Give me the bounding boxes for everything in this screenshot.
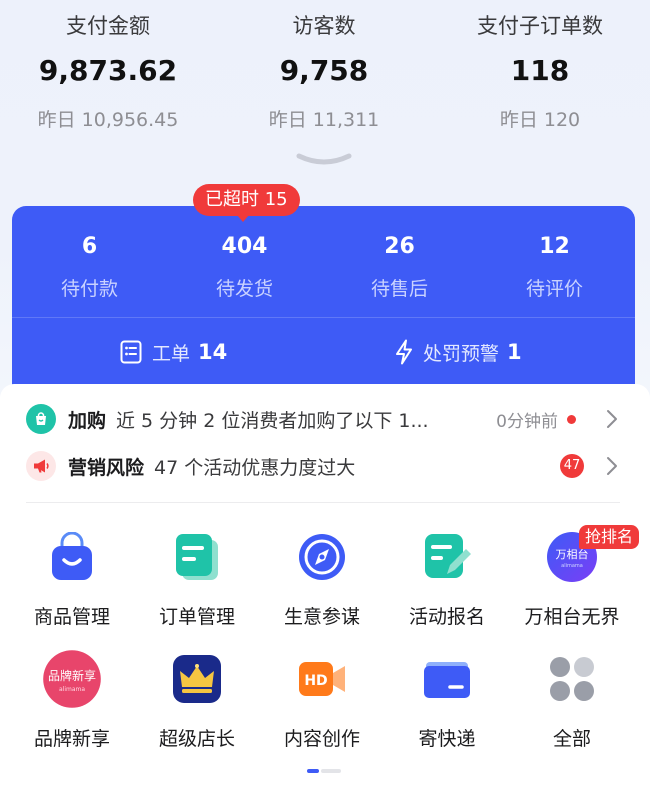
ticket-link[interactable]: 工单 14 (120, 337, 227, 367)
notice-time: 0分钟前 (496, 411, 558, 432)
ticket-count: 14 (198, 340, 228, 364)
stat-value: 118 (510, 54, 570, 87)
svg-text:HD: HD (304, 673, 327, 689)
shopping-bag-icon (52, 532, 92, 580)
ticket-label: 工单 (152, 342, 191, 365)
brand-logo: 品牌新享 alimama (43, 650, 101, 708)
notice-title: 营销风险 (68, 456, 145, 479)
rank-badge: 抢排名 (579, 525, 640, 549)
tool-label: 全部 (552, 728, 591, 750)
express-box-icon (424, 662, 470, 698)
notice-text: 47 个活动优惠力度过大 (154, 456, 356, 479)
order-status-card: 6 待付款 404 待发货 26 待售后 12 待评价 工单 14 处罚预警 1 (12, 206, 635, 396)
bag-icon (26, 404, 56, 434)
order-count: 6 (81, 234, 98, 259)
stat-yesterday: 昨日 11,311 (268, 109, 380, 131)
chevron-right-icon (607, 410, 617, 428)
tool-label: 活动报名 (408, 606, 485, 628)
page-dot (321, 769, 341, 773)
svg-text:品牌新享: 品牌新享 (48, 668, 96, 683)
unread-dot (567, 414, 576, 424)
chevron-right-icon (607, 457, 617, 475)
notice-add-to-cart[interactable]: 加购 近 5 分钟 2 位消费者加购了以下 1... 0分钟前 (26, 402, 626, 436)
order-label: 待付款 (60, 278, 118, 300)
order-label: 待售后 (370, 278, 428, 300)
stat-label: 支付子订单数 (477, 14, 603, 38)
svg-text:alimama: alimama (561, 563, 583, 569)
order-count: 404 (221, 234, 268, 259)
all-dots-icon (550, 657, 594, 701)
order-label: 待发货 (215, 278, 273, 300)
section-divider (26, 502, 620, 503)
tool-label: 寄快递 (418, 728, 476, 750)
order-count: 12 (539, 234, 570, 259)
order-doc-icon (176, 534, 218, 580)
tool-label: 万相台无界 (524, 606, 620, 628)
content-panel: 加购 近 5 分钟 2 位消费者加购了以下 1... 0分钟前 营销风险 47 … (0, 384, 650, 797)
svg-text:万相台: 万相台 (556, 547, 589, 561)
stat-yesterday: 昨日 120 (499, 109, 581, 131)
order-label: 待评价 (525, 278, 583, 300)
edit-doc-icon (425, 534, 471, 578)
notice-title: 加购 (68, 409, 107, 432)
page-indicator (307, 769, 341, 773)
tool-label: 订单管理 (158, 606, 235, 628)
lightning-icon (396, 339, 412, 365)
card-divider (12, 317, 635, 318)
compass-icon (299, 534, 345, 580)
timeout-badge: 已超时 15 (193, 184, 300, 222)
penalty-label: 处罚预警 (423, 342, 500, 365)
penalty-warning-link[interactable]: 处罚预警 1 (395, 337, 522, 367)
page-dot-active (307, 769, 319, 773)
hd-camera-icon: HD (299, 662, 345, 696)
tool-label: 超级店长 (158, 728, 235, 750)
stat-label: 访客数 (292, 14, 356, 38)
stat-value: 9,758 (279, 54, 369, 87)
tool-label: 内容创作 (283, 728, 360, 750)
ticket-list-icon (120, 340, 142, 364)
megaphone-icon (26, 451, 56, 481)
penalty-count: 1 (507, 340, 522, 364)
notice-count-badge: 47 (560, 454, 584, 478)
stats-row: 支付金额 9,873.62 昨日 10,956.45 访客数 9,758 昨日 … (0, 0, 650, 140)
tool-label: 品牌新享 (33, 728, 110, 750)
stat-value: 9,873.62 (38, 54, 178, 87)
notice-marketing-risk[interactable]: 营销风险 47 个活动优惠力度过大 47 (26, 449, 626, 483)
tool-label: 商品管理 (33, 606, 110, 628)
stat-yesterday: 昨日 10,956.45 (37, 109, 179, 131)
expand-chevron-icon[interactable] (295, 152, 353, 168)
crown-icon (173, 655, 221, 703)
stat-label: 支付金额 (66, 14, 150, 38)
tool-label: 生意参谋 (283, 606, 360, 628)
order-count: 26 (384, 234, 415, 259)
notice-text: 近 5 分钟 2 位消费者加购了以下 1... (116, 409, 429, 432)
svg-text:alimama: alimama (59, 686, 85, 693)
